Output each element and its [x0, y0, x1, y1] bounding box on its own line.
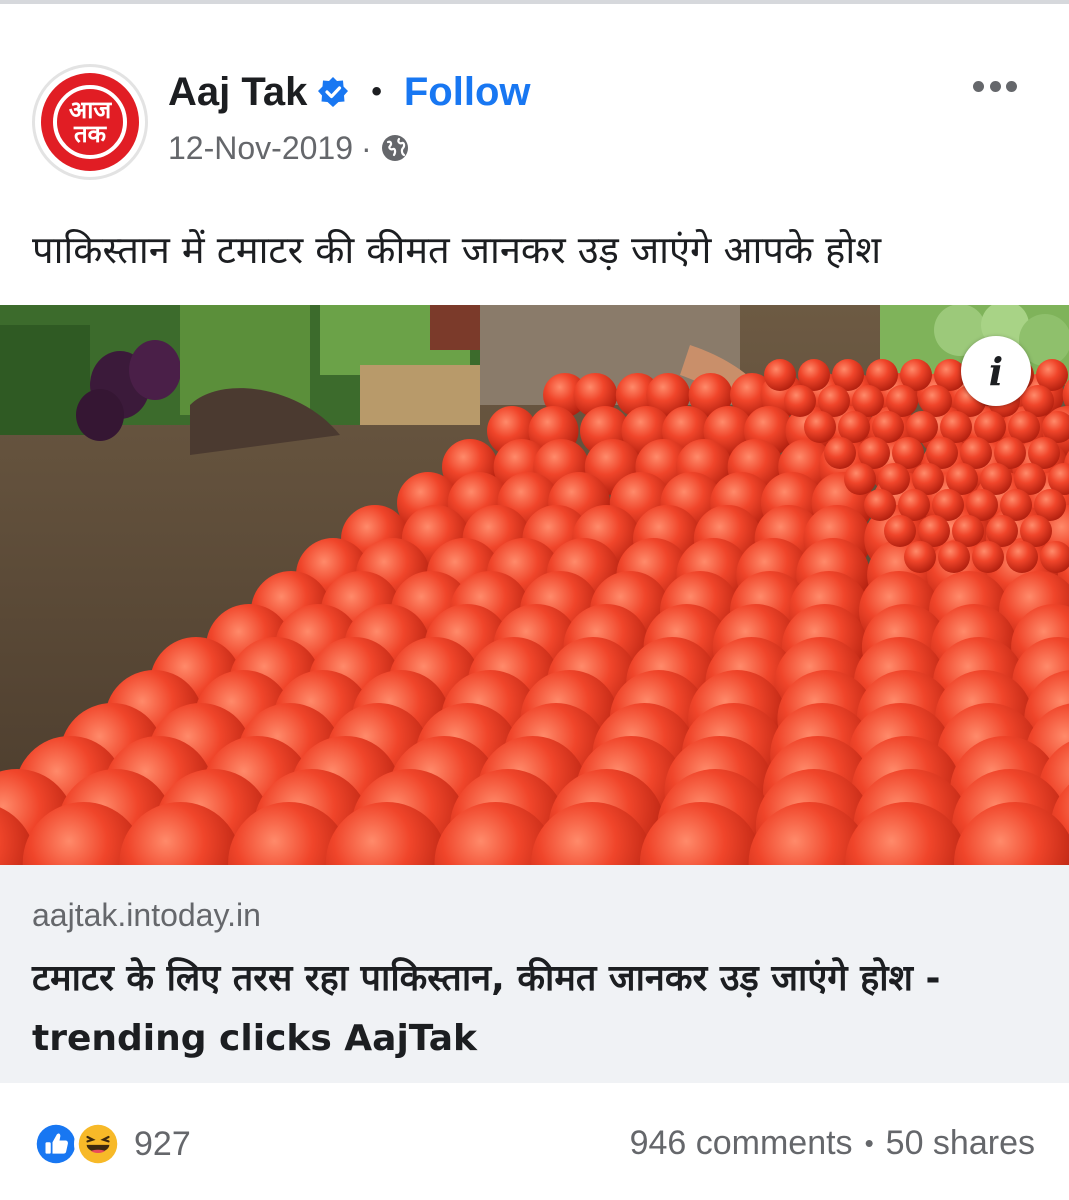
avatar-logo-ring: आज तक: [53, 85, 127, 159]
post-caption: पाकिस्तान में टमाटर की कीमत जानकर उड़ जा…: [32, 228, 882, 272]
reaction-count: 927: [134, 1124, 191, 1163]
more-dot: [973, 80, 984, 92]
link-title: टमाटर के लिए तरस रहा पाकिस्तान, कीमत जान…: [32, 958, 941, 1059]
link-domain: aajtak.intoday.in: [32, 897, 261, 933]
meta-separator: ·: [361, 129, 372, 166]
comments-count[interactable]: 946 comments: [630, 1124, 853, 1163]
shares-count[interactable]: 50 shares: [886, 1124, 1035, 1163]
follow-button[interactable]: Follow: [404, 70, 531, 115]
name-follow-separator: •: [371, 75, 382, 108]
top-divider: [0, 0, 1069, 4]
info-icon[interactable]: i: [961, 336, 1031, 406]
tomato-stall-illustration: [0, 305, 1069, 865]
globe-icon: [381, 135, 408, 161]
post-header: आज तक Aaj Tak • Follow 12-Nov-2019 ·: [0, 40, 1069, 190]
link-preview[interactable]: aajtak.intoday.in टमाटर के लिए तरस रहा प…: [0, 865, 1069, 1083]
like-reaction-icon: [32, 1120, 80, 1168]
avatar-logo-text: आज तक: [68, 96, 112, 148]
more-dot: [989, 80, 1001, 92]
post-date[interactable]: 12-Nov-2019: [168, 130, 353, 167]
post-meta: 12-Nov-2019 ·: [168, 128, 410, 168]
more-dot: [1006, 80, 1017, 92]
haha-reaction-icon: [74, 1120, 122, 1168]
avatar-logo: आज तक: [41, 73, 139, 171]
verified-badge-icon: [318, 77, 349, 107]
more-options-icon[interactable]: [973, 76, 1017, 96]
avatar[interactable]: आज तक: [32, 64, 148, 180]
name-row: Aaj Tak • Follow: [168, 68, 530, 116]
reactions-summary[interactable]: 927: [32, 1118, 191, 1170]
post-image-tomatoes[interactable]: [0, 305, 1069, 865]
page-name[interactable]: Aaj Tak: [168, 70, 307, 115]
engagement-stats: 946 comments • 50 shares: [630, 1124, 1035, 1163]
stats-separator: •: [864, 1128, 874, 1158]
